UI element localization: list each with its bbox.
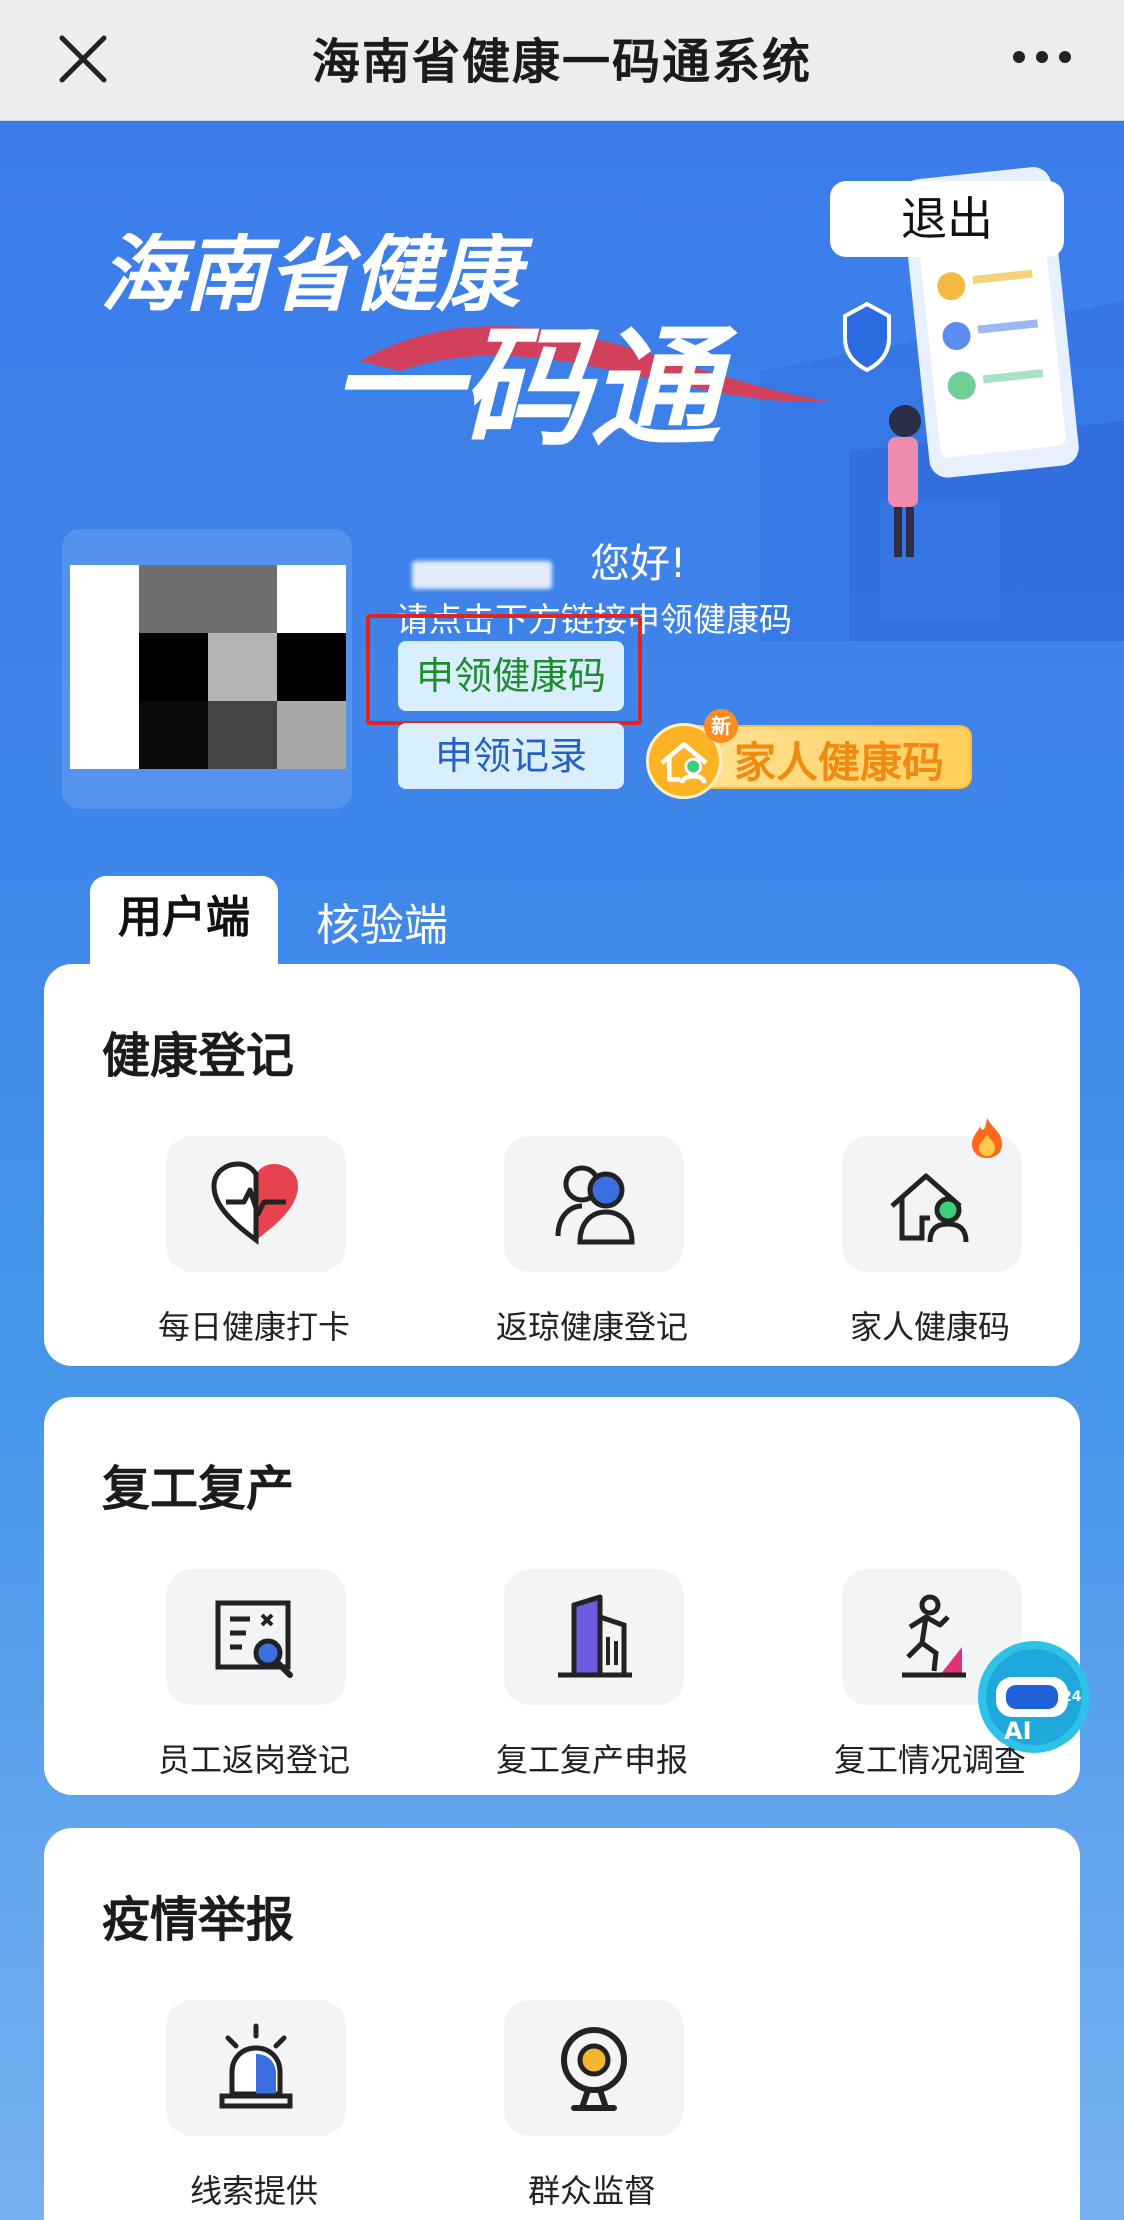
tile-label: 线索提供 [189, 2172, 318, 2210]
ai-assistant-button[interactable]: AI 24 [976, 1639, 1092, 1755]
tile-clue-provide[interactable]: 线索提供 [124, 2000, 384, 2220]
tile-public-supervision[interactable]: 群众监督 [462, 2000, 722, 2220]
tab-verify[interactable]: 核验端 [316, 889, 448, 953]
banner-line1: 海南省健康 [100, 233, 534, 323]
tile-label: 群众监督 [527, 2172, 656, 2210]
ai-text: AI [1004, 1717, 1032, 1745]
heart-pulse-icon [211, 1161, 298, 1245]
qr-code[interactable] [70, 565, 346, 769]
logout-button[interactable]: 退出 [830, 181, 1064, 257]
tile-employee-return[interactable]: 员工返岗登记 [124, 1569, 384, 1789]
page-title: 海南省健康一码通系统 [311, 34, 812, 90]
alarm-light-icon [219, 2023, 293, 2109]
family-badge-label: 家人健康码 [734, 738, 945, 787]
epidemic-report-card: 疫情举报 线索提供 群众监督 [44, 1828, 1080, 2220]
id-card-search-icon [215, 1600, 293, 1678]
banner-line2: 一码通 [330, 312, 738, 464]
more-dots-icon[interactable] [1012, 50, 1072, 64]
tile-label: 员工返岗登记 [157, 1741, 350, 1779]
apply-record-button[interactable]: 申领记录 [398, 723, 624, 789]
greeting-text: 您好! [590, 541, 687, 587]
section-title-health: 健康登记 [102, 1028, 295, 1084]
tile-daily-checkin[interactable]: 每日健康打卡 [124, 1136, 384, 1356]
section-title-work: 复工复产 [102, 1461, 295, 1517]
climbing-person-icon [902, 1594, 966, 1678]
tile-label: 每日健康打卡 [157, 1308, 350, 1346]
home-person-icon [890, 1173, 969, 1243]
tile-family-code[interactable]: 家人健康码 [800, 1118, 1060, 1356]
username-redacted [412, 561, 552, 589]
tile-return-registration[interactable]: 返琼健康登记 [462, 1136, 722, 1356]
tile-label: 家人健康码 [849, 1308, 1010, 1346]
tile-label: 复工复产申报 [495, 1741, 688, 1779]
tab-user[interactable]: 用户端 [90, 876, 278, 966]
main-area: 海南省健康 一码通 退出 您好! 请点击下方链接申领健康码 申领健康码 申领记录 [0, 121, 1124, 2220]
users-icon [555, 1165, 635, 1245]
building-icon [558, 1594, 632, 1678]
fire-icon [972, 1118, 1002, 1158]
health-registration-card: 健康登记 每日健康打卡 返琼健康登记 家人健康码 [44, 964, 1080, 1366]
tile-resume-declaration[interactable]: 复工复产申报 [462, 1569, 722, 1789]
new-badge: 新 [704, 709, 738, 743]
resume-work-card: 复工复产 员工返岗登记 复工复产申报 复工情况调查 [44, 1397, 1080, 1795]
camera-icon [561, 2027, 627, 2111]
family-health-code-badge[interactable]: 家人健康码 新 [642, 709, 974, 799]
highlight-box [366, 614, 642, 725]
ai-badge: 24 [1062, 1689, 1082, 1705]
section-title-report: 疫情举报 [102, 1892, 295, 1948]
tile-label: 返琼健康登记 [495, 1308, 688, 1346]
top-bar: 海南省健康一码通系统 [0, 0, 1124, 121]
banner-title: 海南省健康 一码通 [100, 233, 738, 464]
